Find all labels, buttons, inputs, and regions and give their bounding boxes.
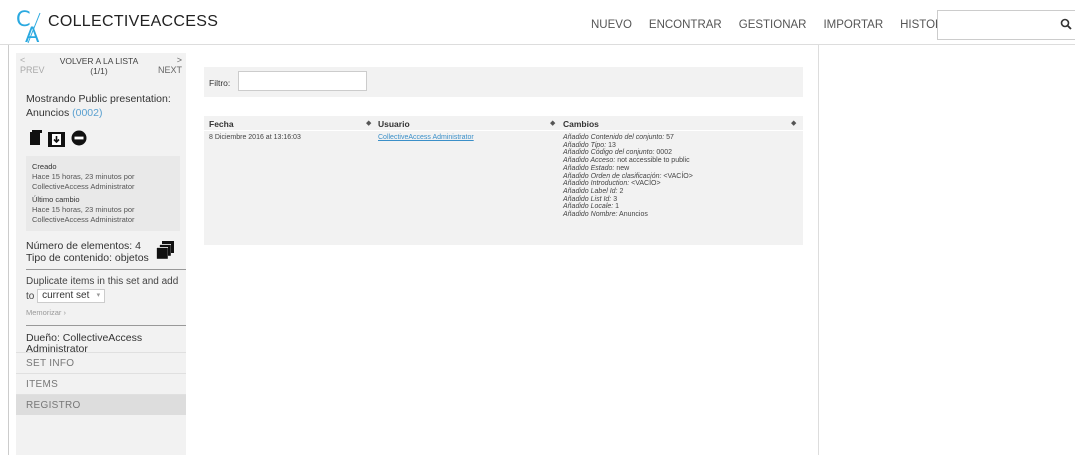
change-line: Añadido List Id: 3 xyxy=(563,196,693,204)
nav-item-nuevo[interactable]: NUEVO xyxy=(591,19,632,31)
content-right-divider xyxy=(818,45,819,455)
delete-icon[interactable] xyxy=(71,130,87,146)
change-field: Añadido Contenido del conjunto: xyxy=(563,134,665,141)
change-line: Añadido Contenido del conjunto: 57 xyxy=(563,134,693,142)
change-field: Añadido List Id: xyxy=(563,195,612,203)
set-counts: Número de elementos: 4 Tipo de contenido… xyxy=(16,231,186,264)
change-line: Añadido Estado: new xyxy=(563,165,693,173)
change-line: Añadido Tipo: 13 xyxy=(563,142,693,150)
change-field: Añadido Estado: xyxy=(563,164,615,172)
change-log-table: Fecha ◆ Usuario ◆ Cambios ◆ 8 Diciembre … xyxy=(204,116,803,245)
change-line: Añadido Introduction: <VACÍO> xyxy=(563,180,693,188)
results-navigation: < PREV VOLVER A LA LISTA (1/1) > NEXT xyxy=(16,53,186,82)
next-label: NEXT xyxy=(157,65,182,75)
change-field: Añadido Label Id: xyxy=(563,187,618,195)
nav-item-encontrar[interactable]: ENCONTRAR xyxy=(649,19,722,31)
record-actions xyxy=(16,120,186,150)
change-value: <VACÍO> xyxy=(629,180,661,188)
set-owner: Dueño: CollectiveAccess Administrator xyxy=(26,325,186,355)
nav-item-importar[interactable]: IMPORTAR xyxy=(823,19,883,31)
change-field: Añadido Tipo: xyxy=(563,141,607,149)
change-value: Anuncios xyxy=(617,211,648,219)
back-to-list-link[interactable]: VOLVER A LA LISTA (1/1) xyxy=(52,56,146,76)
change-line: Añadido Nombre: Anuncios xyxy=(563,211,693,219)
tab-registro[interactable]: REGISTRO xyxy=(16,394,186,415)
back-to-list-label: VOLVER A LA LISTA xyxy=(59,56,139,66)
nav-item-gestionar[interactable]: GESTIONAR xyxy=(739,19,807,31)
column-header-user[interactable]: Usuario xyxy=(378,119,410,129)
created-text: Hace 15 horas, 23 minutos por Collective… xyxy=(32,172,135,191)
sidebar: < PREV VOLVER A LA LISTA (1/1) > NEXT Mo… xyxy=(16,53,186,455)
tab-set-info[interactable]: SET INFO xyxy=(16,352,186,373)
filter-input[interactable] xyxy=(238,71,367,91)
header-divider xyxy=(204,130,803,131)
change-value: 2 xyxy=(617,187,624,195)
change-field: Añadido Código del conjunto: xyxy=(563,149,655,157)
next-link[interactable]: > NEXT xyxy=(158,55,182,75)
save-icon[interactable] xyxy=(48,130,65,147)
search-input[interactable] xyxy=(937,10,1075,40)
change-line: Añadido Acceso: not accessible to public xyxy=(563,157,693,165)
chevron-down-icon: ▾ xyxy=(96,292,101,300)
result-position: (1/1) xyxy=(90,66,108,76)
prev-label: PREV xyxy=(20,65,45,75)
column-header-date[interactable]: Fecha xyxy=(209,119,234,129)
change-line: Añadido Label Id: 2 xyxy=(563,188,693,196)
logo-mark-icon: C A xyxy=(16,7,46,47)
target-set-select[interactable]: current set ▾ xyxy=(37,289,106,304)
sort-icon[interactable]: ◆ xyxy=(550,119,555,127)
change-value: 57 xyxy=(664,134,674,141)
last-change-label: Último cambio xyxy=(32,195,80,204)
logo-letter-a: A xyxy=(25,23,40,47)
change-field: Añadido Acceso: xyxy=(563,157,616,165)
duplicate-items-form: Duplicate items in this set and add to c… xyxy=(26,269,186,320)
change-field: Añadido Locale: xyxy=(563,203,614,211)
change-field: Añadido Orden de clasificación: xyxy=(563,172,662,180)
filter-bar: Filtro: xyxy=(204,67,803,97)
top-header: C A COLLECTIVEACCESS NUEVO ENCONTRAR GES… xyxy=(0,0,1075,47)
search-icon[interactable] xyxy=(1060,18,1072,30)
change-value: new xyxy=(614,164,630,172)
next-arrow-icon: > xyxy=(176,55,182,65)
change-line: Añadido Locale: 1 xyxy=(563,203,693,211)
showing-record: Mostrando Public presentation: Anuncios … xyxy=(16,82,186,120)
sort-icon[interactable]: ◆ xyxy=(366,119,371,127)
record-info-box: Creado Hace 15 horas, 23 minutos por Col… xyxy=(26,156,180,231)
change-value: 3 xyxy=(611,195,618,203)
change-value: 13 xyxy=(606,141,616,149)
top-nav: NUEVO ENCONTRAR GESTIONAR IMPORTAR HISTO… xyxy=(591,19,971,31)
row-changes: Añadido Contenido del conjunto: 57 Añadid… xyxy=(563,134,693,219)
created-label: Creado xyxy=(32,162,57,171)
sort-icon[interactable]: ◆ xyxy=(791,119,796,127)
last-change-text: Hace 15 horas, 23 minutos por Collective… xyxy=(32,205,135,224)
change-value: 1 xyxy=(613,203,620,211)
column-header-changes[interactable]: Cambios xyxy=(563,119,599,129)
row-user-link[interactable]: CollectiveAccess Administrator xyxy=(378,134,474,141)
change-field: Añadido Introduction: xyxy=(563,180,630,188)
filter-label: Filtro: xyxy=(209,78,231,88)
frame-left-border xyxy=(8,45,9,455)
sidebar-tabs: SET INFO ITEMS REGISTRO xyxy=(16,352,186,415)
memorize-link[interactable]: Memorizar › xyxy=(26,305,186,320)
change-value: <VACÍO> xyxy=(661,172,693,180)
prev-link[interactable]: < PREV xyxy=(20,55,45,75)
tab-items[interactable]: ITEMS xyxy=(16,373,186,394)
change-value: 0002 xyxy=(654,149,672,157)
target-set-value: current set xyxy=(42,290,90,302)
duplicate-icon[interactable] xyxy=(30,130,42,146)
stack-icon[interactable] xyxy=(156,241,174,259)
change-value: not accessible to public xyxy=(615,157,690,165)
record-idno: (0002) xyxy=(72,107,103,119)
row-date: 8 Diciembre 2016 at 13:16:03 xyxy=(209,134,301,141)
prev-arrow-icon: < xyxy=(20,55,26,65)
change-field: Añadido Nombre: xyxy=(563,211,618,219)
change-line: Añadido Código del conjunto: 0002 xyxy=(563,149,693,157)
logo-text: COLLECTIVEACCESS xyxy=(48,13,219,30)
logo[interactable]: C A COLLECTIVEACCESS xyxy=(16,7,219,47)
